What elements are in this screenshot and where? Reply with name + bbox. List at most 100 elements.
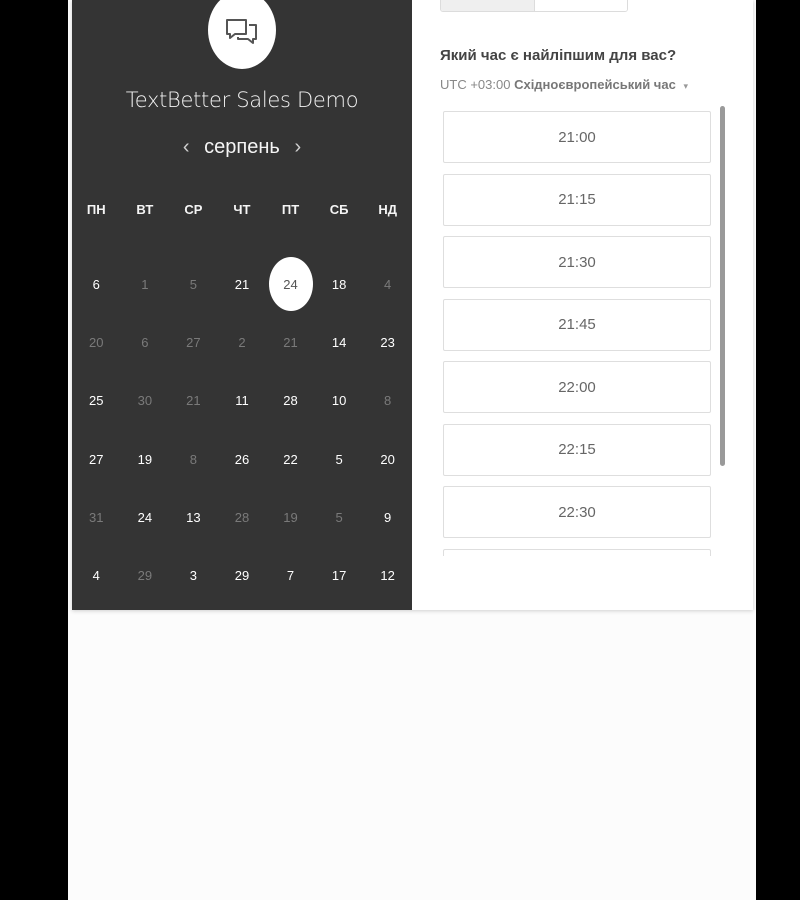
calendar-day-number: 12	[380, 568, 395, 584]
calendar-day-grid: 6 1 5 21 24 18 4 20 6 27 2 21 14 23 25 30 21 11 28 10 8 27 19 8…	[72, 255, 412, 605]
time-slot-button[interactable]: 21:15	[443, 173, 711, 226]
caret-down-icon: ▾	[683, 81, 688, 91]
calendar-day: 8	[169, 430, 218, 488]
calendar-day[interactable]: 13	[169, 488, 218, 546]
calendar-day-number: 6	[92, 276, 100, 292]
calendar-day-number: 27	[186, 334, 201, 350]
weekday-label: ПТ	[281, 202, 300, 217]
time-slot-button[interactable]: 22:15	[443, 423, 711, 476]
weekday-label: СБ	[329, 202, 349, 217]
weekday-label: ПН	[86, 202, 106, 217]
weekday-label: ЧТ	[233, 202, 251, 217]
month-navigation: ‹ серпень ›	[72, 136, 412, 159]
calendar-day[interactable]: 11	[218, 372, 267, 430]
view-toggle-option-1[interactable]	[441, 0, 535, 11]
calendar-day[interactable]: 18	[315, 255, 364, 313]
calendar-day-number: 11	[235, 393, 249, 409]
calendar-day[interactable]: 14	[315, 313, 364, 371]
calendar-day[interactable]: 20	[363, 430, 412, 488]
weekday-label: ВТ	[136, 202, 154, 217]
calendar-day-number: 22	[283, 451, 298, 467]
chat-bubbles-icon	[226, 19, 257, 44]
prev-month-button[interactable]: ‹	[174, 136, 198, 159]
time-slot-button[interactable]	[443, 548, 711, 556]
calendar-day: 31	[72, 488, 121, 546]
calendar-day: 19	[266, 488, 315, 546]
calendar-day-number: 26	[234, 451, 250, 467]
time-slot-scrollbar[interactable]	[720, 106, 725, 466]
calendar-day-number: 9	[384, 509, 392, 525]
month-label: серпень	[204, 136, 280, 158]
calendar-day: 29	[121, 546, 170, 604]
timezone-offset: UTC +03:00	[440, 77, 511, 92]
calendar-day[interactable]: 24	[121, 488, 170, 546]
calendar-day-number: 28	[283, 393, 298, 409]
calendar-day-number: 24	[283, 276, 298, 292]
calendar-day[interactable]: 19	[121, 430, 170, 488]
calendar-day-number: 13	[186, 509, 201, 525]
calendar-day[interactable]: 27	[72, 430, 121, 488]
calendar-day-number: 4	[384, 276, 392, 292]
time-slot-button[interactable]: 21:45	[443, 298, 711, 351]
calendar-day: 6	[121, 313, 170, 371]
calendar-day-number: 8	[189, 451, 198, 467]
calendar-day-number: 5	[189, 276, 198, 292]
time-slot-button[interactable]: 21:00	[443, 111, 711, 163]
calendar-day[interactable]: 7	[266, 546, 315, 604]
time-slot-button[interactable]: 22:00	[443, 361, 711, 413]
calendar-day-number: 5	[335, 451, 343, 467]
calendar-day-number: 29	[137, 568, 153, 584]
calendar-day: 5	[169, 255, 218, 313]
calendar-day-number: 1	[141, 276, 149, 292]
next-month-button[interactable]: ›	[286, 136, 310, 159]
calendar-day: 28	[218, 488, 267, 546]
calendar-day: 21	[266, 313, 315, 371]
calendar-day-number: 2	[238, 334, 246, 350]
calendar-day-number: 5	[335, 509, 343, 525]
time-slot-list: 21:00 21:15 21:30 21:45 22:00 22:15 22:3…	[443, 111, 711, 556]
time-selection-panel: Який час є найліпшим для вас? UTC +03:00…	[412, 0, 753, 610]
calendar-day: 20	[72, 313, 121, 371]
calendar-day[interactable]: 22	[266, 430, 315, 488]
calendar-day[interactable]: 28	[266, 372, 315, 430]
calendar-day[interactable]: 5	[315, 430, 364, 488]
company-name: TextBetter Sales Demo	[125, 88, 359, 112]
time-slot-button[interactable]: 22:30	[443, 486, 711, 538]
calendar-day[interactable]: 12	[363, 546, 412, 604]
calendar-day-number: 21	[186, 393, 201, 409]
timezone-selector[interactable]: UTC +03:00 Східноєвропейський час ▾	[440, 77, 688, 92]
calendar-day[interactable]: 6	[72, 255, 121, 313]
calendar-day-number: 19	[283, 509, 298, 525]
timezone-name: Східноєвропейський час	[514, 77, 676, 92]
calendar-day-number: 10	[331, 393, 347, 409]
calendar-day-number: 25	[89, 393, 104, 409]
calendar-day[interactable]: 10	[315, 372, 364, 430]
calendar-day-number: 23	[380, 334, 395, 350]
calendar-day-selected[interactable]: 24	[266, 255, 315, 313]
calendar-day-number: 14	[331, 334, 347, 350]
calendar-day[interactable]: 23	[363, 313, 412, 371]
calendar-day-number: 27	[89, 451, 104, 467]
weekday-label: СР	[184, 202, 203, 217]
calendar-day[interactable]: 4	[72, 546, 121, 604]
scheduler-card: TextBetter Sales Demo ‹ серпень › ПН ВТ …	[72, 0, 753, 610]
calendar-day: 2	[218, 313, 267, 371]
calendar-day: 5	[315, 488, 364, 546]
view-toggle-option-2[interactable]	[535, 0, 627, 11]
calendar-day-number: 20	[380, 451, 395, 467]
calendar-day: 4	[363, 255, 412, 313]
calendar-day[interactable]: 29	[218, 546, 267, 604]
time-question-heading: Який час є найліпшим для вас?	[440, 47, 677, 64]
calendar-day[interactable]: 21	[218, 255, 267, 313]
calendar-day[interactable]: 17	[315, 546, 364, 604]
calendar-day-number: 21	[234, 276, 250, 292]
calendar-day[interactable]: 9	[363, 488, 412, 546]
calendar-day[interactable]: 3	[169, 546, 218, 604]
calendar-day[interactable]: 25	[72, 372, 121, 430]
calendar-day-number: 8	[384, 393, 392, 409]
calendar-day: 27	[169, 313, 218, 371]
calendar-day: 1	[121, 255, 170, 313]
calendar-day[interactable]: 26	[218, 430, 267, 488]
company-logo	[208, 0, 276, 69]
time-slot-button[interactable]: 21:30	[443, 236, 711, 288]
